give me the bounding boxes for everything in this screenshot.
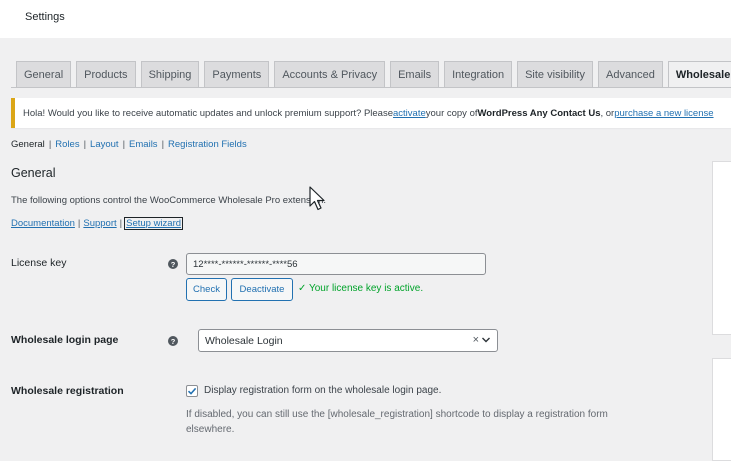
purchase-license-link[interactable]: purchase a new license xyxy=(614,108,713,119)
tab-emails[interactable]: Emails xyxy=(390,61,440,87)
check-license-button[interactable]: Check xyxy=(186,278,227,301)
tab-advanced[interactable]: Advanced xyxy=(597,61,663,87)
tab-products[interactable]: Products xyxy=(76,61,136,87)
registration-label: Wholesale registration xyxy=(11,385,124,397)
notice-text-before: Hola! Would you like to receive automati… xyxy=(23,107,393,119)
help-links: Documentation | Support | Setup wizard xyxy=(11,217,184,230)
tab-accounts-privacy[interactable]: Accounts & Privacy xyxy=(274,61,386,87)
license-key-label: License key xyxy=(11,257,67,269)
setup-wizard-link[interactable]: Setup wizard xyxy=(124,217,184,230)
section-description: The following options control the WooCom… xyxy=(11,195,327,206)
clear-icon[interactable]: × xyxy=(473,334,479,346)
section-title: General xyxy=(11,166,56,180)
subnav-separator: | xyxy=(161,139,165,150)
side-panel xyxy=(712,358,731,461)
subnav-layout[interactable]: Layout xyxy=(90,139,119,150)
subnav-roles[interactable]: Roles xyxy=(55,139,79,150)
login-page-label: Wholesale login page xyxy=(11,334,119,346)
documentation-link[interactable]: Documentation xyxy=(11,218,75,229)
notice-text-after: , or xyxy=(600,107,615,119)
tabs-divider xyxy=(11,87,731,88)
subnav-general[interactable]: General xyxy=(11,139,45,150)
registration-hint: If disabled, you can still use the [whol… xyxy=(186,409,608,435)
subnav-separator: | xyxy=(83,139,87,150)
help-icon[interactable]: ? xyxy=(168,336,178,346)
deactivate-license-button[interactable]: Deactivate xyxy=(231,278,293,301)
activate-link[interactable]: activate xyxy=(393,108,426,119)
registration-checkbox[interactable] xyxy=(186,385,198,397)
subnav-registration-fields[interactable]: Registration Fields xyxy=(168,139,247,150)
admin-header: Settings xyxy=(0,0,731,38)
link-separator: | xyxy=(119,218,123,229)
subnav-emails[interactable]: Emails xyxy=(129,139,158,150)
help-icon[interactable]: ? xyxy=(168,259,178,269)
registration-checkbox-label[interactable]: Display registration form on the wholesa… xyxy=(204,385,441,396)
tab-wholesale[interactable]: Wholesale xyxy=(667,61,731,88)
license-status: ✓ Your license key is active. xyxy=(298,283,424,294)
page-title: Settings xyxy=(25,11,65,23)
subnav-separator: | xyxy=(122,139,126,150)
tab-integration[interactable]: Integration xyxy=(444,61,513,87)
tab-shipping[interactable]: Shipping xyxy=(140,61,200,87)
subnav-separator: | xyxy=(48,139,52,150)
login-page-select[interactable]: Wholesale Login × xyxy=(198,329,498,352)
section-subnav: General | Roles | Layout | Emails | Regi… xyxy=(11,139,247,150)
checkmark-icon xyxy=(187,387,197,395)
tab-payments[interactable]: Payments xyxy=(204,61,270,87)
side-panel xyxy=(712,161,731,335)
license-notice: Hola! Would you like to receive automati… xyxy=(11,98,731,128)
link-separator: | xyxy=(77,218,81,229)
license-key-input[interactable]: 12****-******-******-****56 xyxy=(186,253,486,275)
tab-general[interactable]: General xyxy=(16,61,72,87)
tab-site-visibility[interactable]: Site visibility xyxy=(517,61,593,87)
notice-text-middle: your copy of xyxy=(425,107,478,119)
settings-tabs: General Products Shipping Payments Accou… xyxy=(16,61,731,88)
login-page-selected: Wholesale Login xyxy=(205,334,283,347)
chevron-down-icon[interactable] xyxy=(481,335,491,345)
support-link[interactable]: Support xyxy=(83,218,116,229)
notice-product-name: WordPress Any Contact Us xyxy=(477,107,601,119)
mouse-cursor-icon xyxy=(309,186,325,211)
